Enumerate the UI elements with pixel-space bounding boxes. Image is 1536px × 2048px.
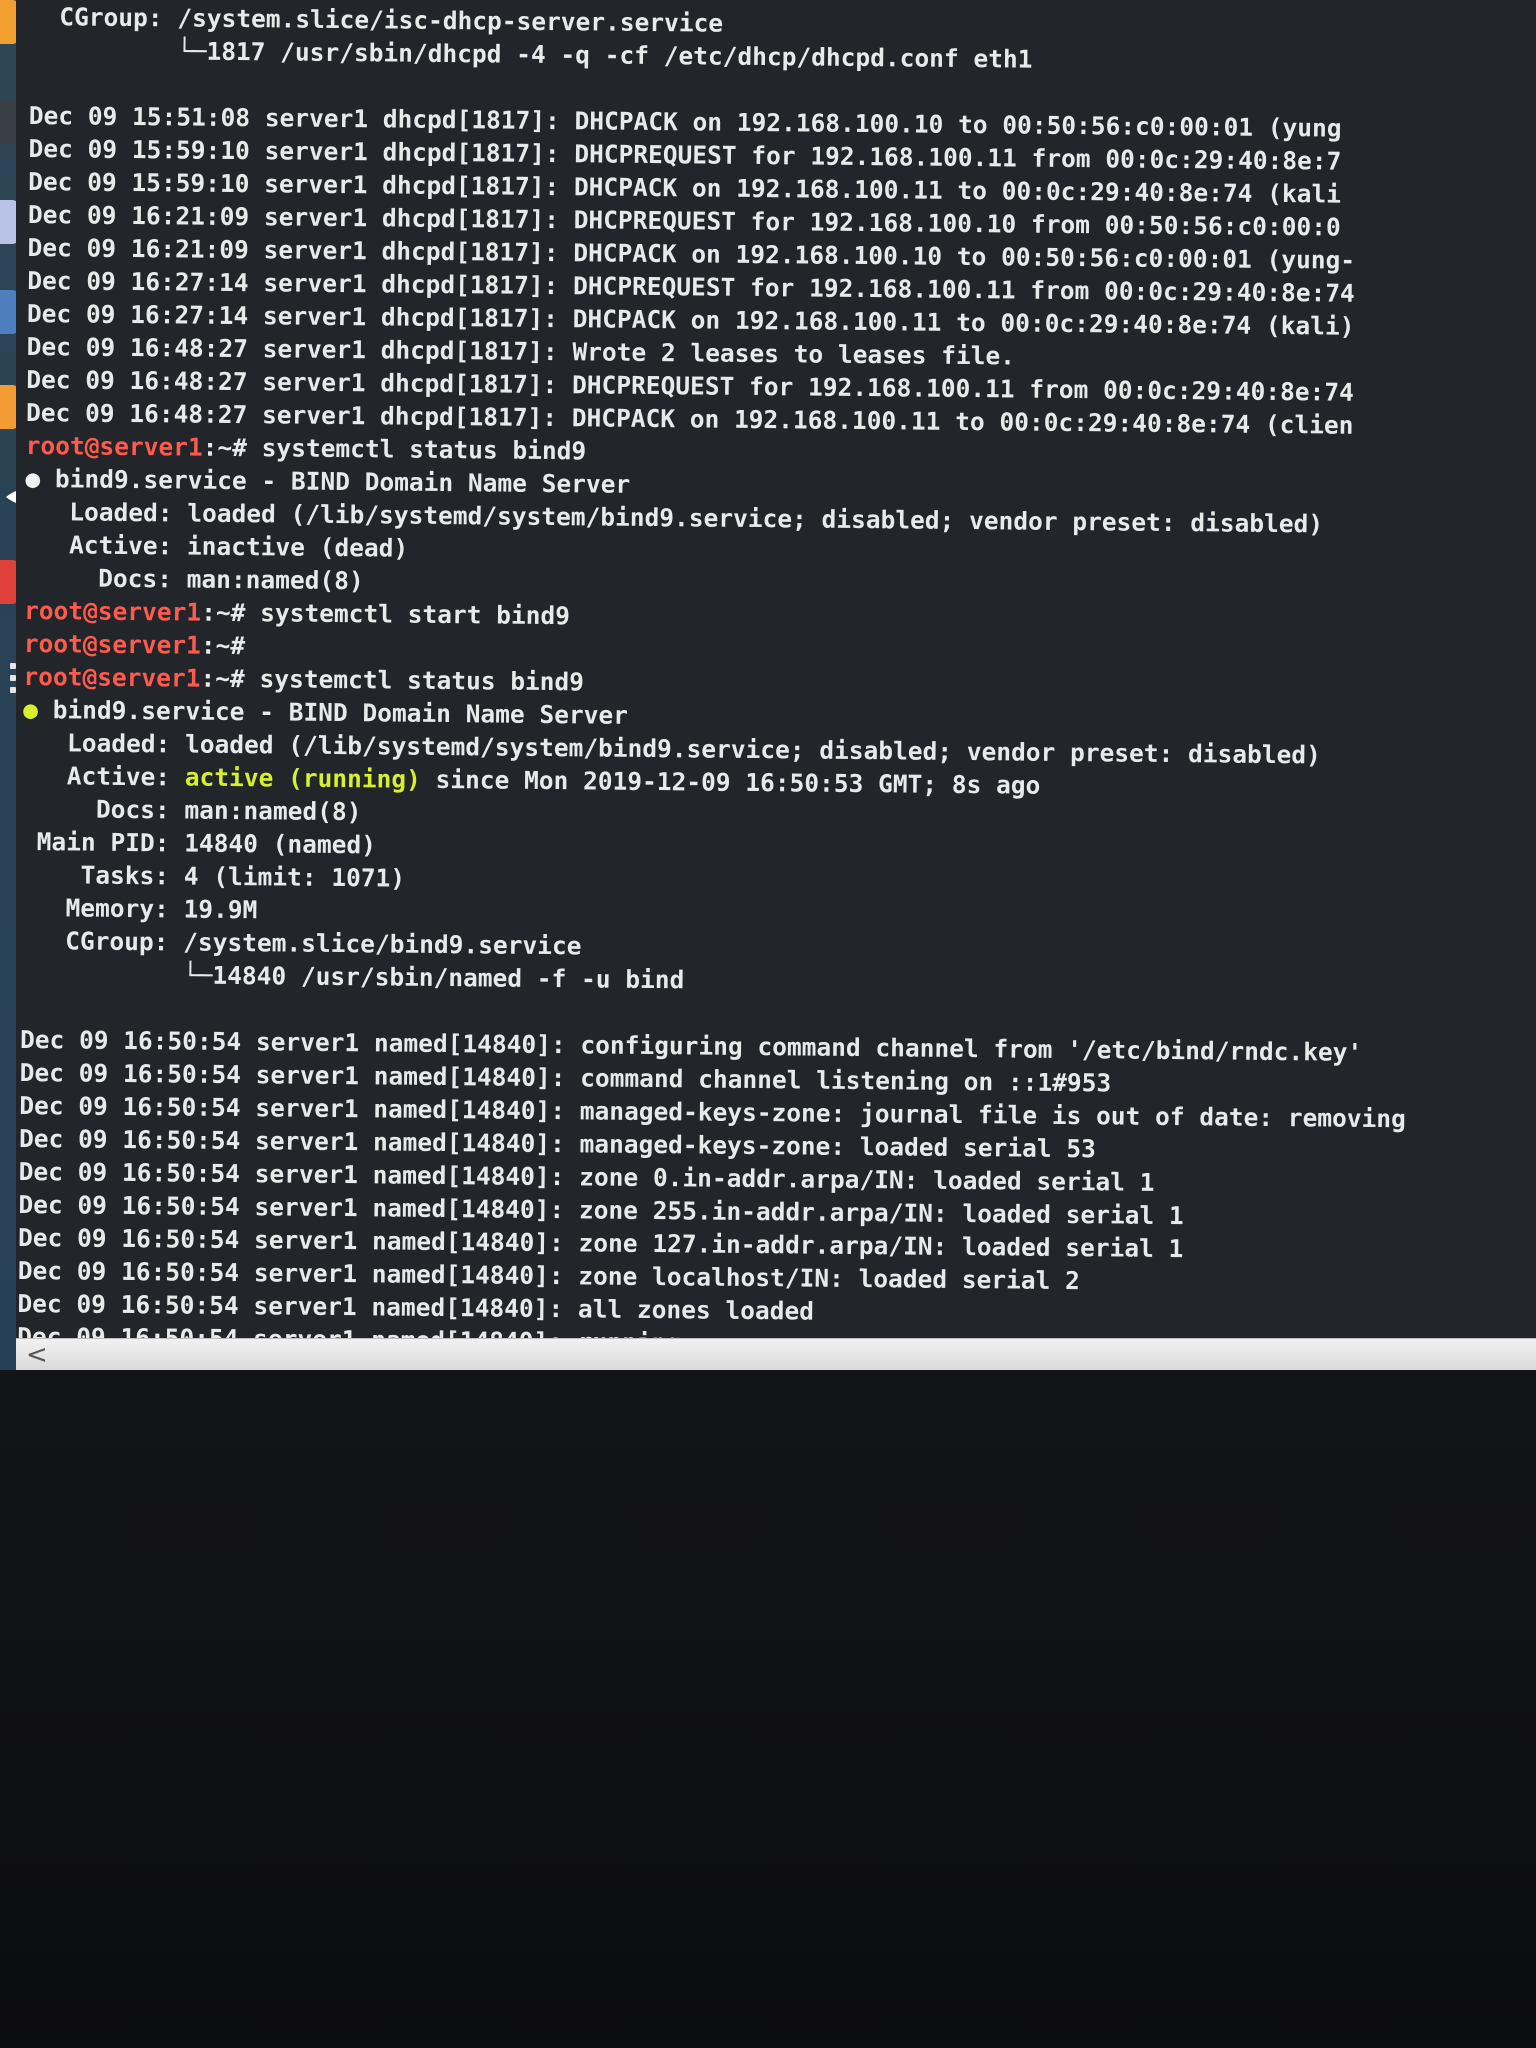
- status-dot-icon: ●: [23, 694, 39, 725]
- active-since: since Mon 2019-12-09 16:50:53 GMT; 8s ag…: [420, 764, 1041, 800]
- monitor-screen: CGroup: /system.slice/isc-dhcp-server.se…: [0, 0, 1536, 1371]
- terminal-window[interactable]: CGroup: /system.slice/isc-dhcp-server.se…: [16, 0, 1536, 1338]
- horizontal-scrollbar[interactable]: <: [16, 1338, 1536, 1371]
- prompt-user: root@server1: [24, 595, 202, 627]
- prompt-user: root@server1: [25, 430, 203, 462]
- photo-frame: CGroup: /system.slice/isc-dhcp-server.se…: [0, 0, 1536, 2048]
- status-dot-icon: ●: [25, 463, 41, 494]
- prompt-command: systemctl status bind9: [246, 433, 587, 466]
- unit-title: bind9.service - BIND Domain Name Server: [37, 695, 629, 730]
- prompt-command: systemctl status bind9: [244, 664, 585, 697]
- prompt-path: :~#: [201, 597, 246, 628]
- unit-title: bind9.service - BIND Domain Name Server: [40, 464, 631, 499]
- prompt-path: :~#: [200, 663, 245, 694]
- prompt-user: root@server1: [23, 628, 201, 660]
- scroll-left-arrow-icon[interactable]: <: [26, 1341, 52, 1369]
- terminal-output: CGroup: /system.slice/isc-dhcp-server.se…: [17, 0, 1530, 1338]
- active-label: Active:: [22, 760, 185, 792]
- monitor-bezel: [0, 1370, 1536, 2048]
- active-running-badge: active (running): [184, 762, 421, 794]
- prompt-path: :~#: [202, 432, 248, 463]
- prompt-user: root@server1: [23, 661, 201, 693]
- prompt-command: systemctl start bind9: [245, 598, 571, 631]
- prompt-path: :~#: [200, 630, 246, 661]
